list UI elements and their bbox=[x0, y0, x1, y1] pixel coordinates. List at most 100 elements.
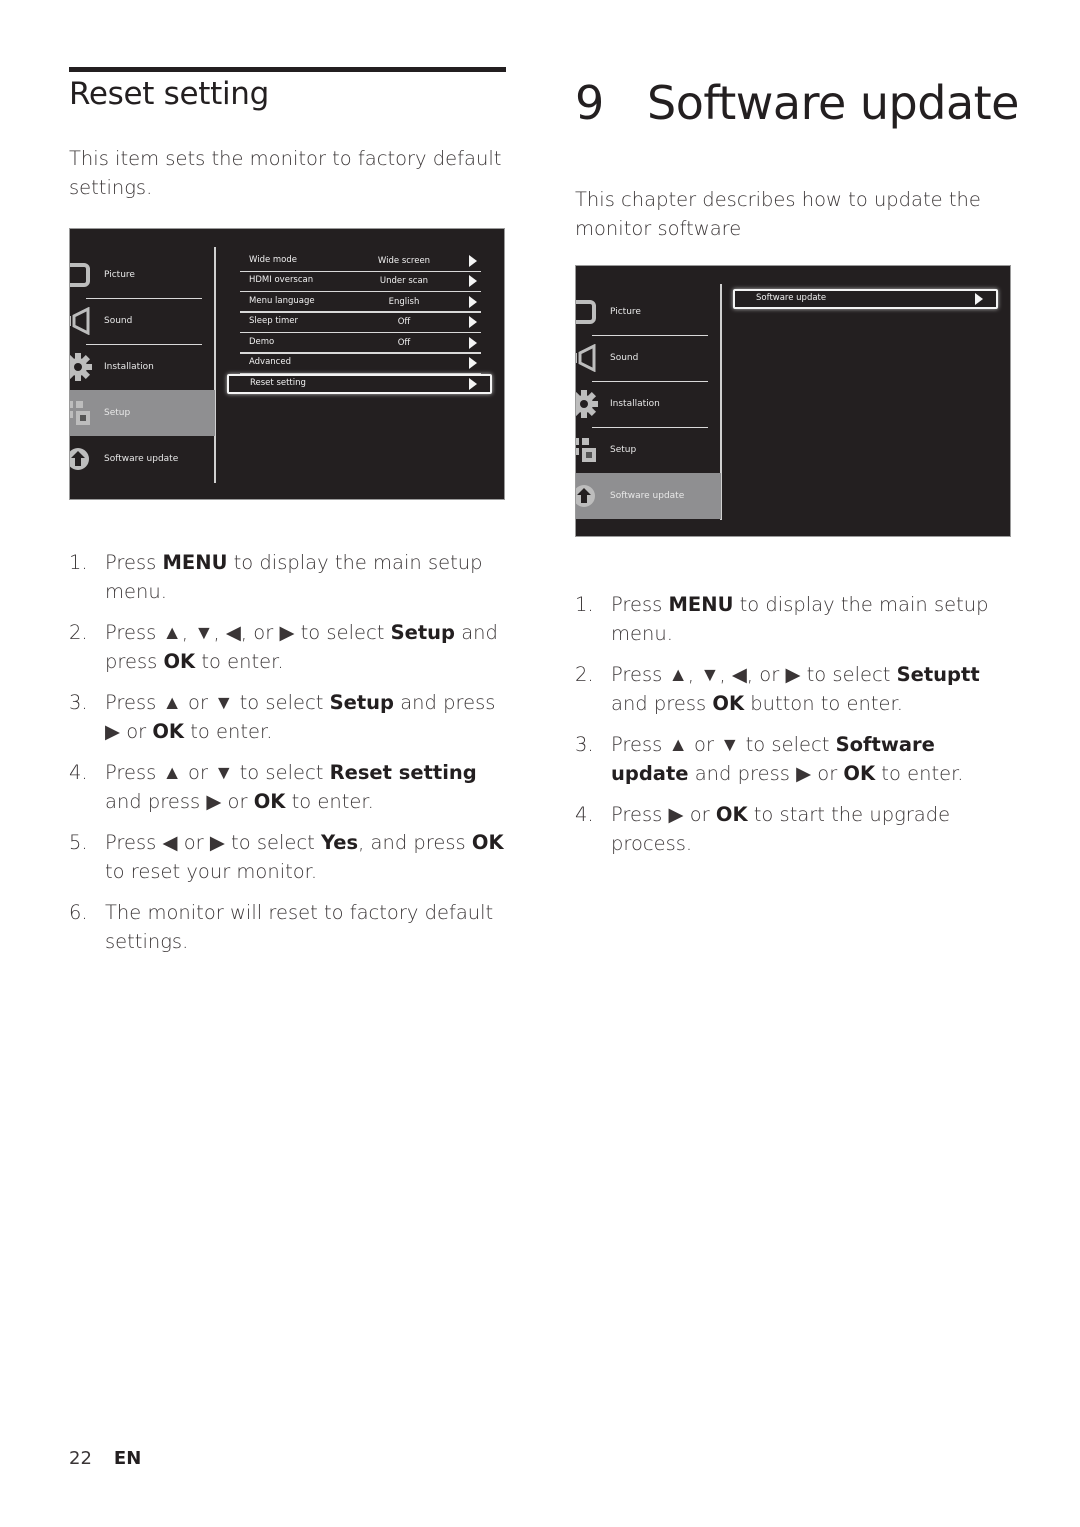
osd-category-label: Installation bbox=[610, 399, 660, 409]
osd-menu-item-demo[interactable]: Demo Off bbox=[240, 334, 481, 354]
step-number: 3. bbox=[575, 733, 594, 756]
osd-category-picture[interactable]: Picture bbox=[576, 289, 721, 336]
osd-item-value: Under scan bbox=[379, 276, 429, 287]
step-text: Press MENU to display the main setup men… bbox=[611, 593, 989, 645]
step-item: 4. Press ▶ or OK to start the upgrade pro… bbox=[575, 801, 1012, 858]
page-number: 22 bbox=[69, 1448, 92, 1469]
step-text: Press ▲ or ▼ to select Setup and press ▶… bbox=[105, 691, 496, 743]
step-text: Press ▲, ▼, ◀, or ▶ to select Setuptt an… bbox=[611, 663, 980, 715]
upload-icon bbox=[70, 445, 94, 473]
section-rule bbox=[69, 67, 506, 72]
osd-category-picture[interactable]: Picture bbox=[70, 252, 215, 299]
osd-category-label: Picture bbox=[104, 270, 135, 280]
step-text: Press ▲, ▼, ◀, or ▶ to select Setup and … bbox=[105, 621, 498, 673]
section-title: Reset setting bbox=[69, 76, 270, 112]
osd-menu-item-reset-setting[interactable]: Reset setting bbox=[227, 374, 492, 395]
step-item: 6. The monitor will reset to factory defa… bbox=[69, 899, 506, 956]
step-number: 2. bbox=[69, 621, 88, 644]
step-text: The monitor will reset to factory defaul… bbox=[105, 901, 494, 953]
osd-item-value: Wide screen bbox=[377, 256, 431, 266]
chevron-right-icon bbox=[469, 275, 477, 288]
osd-item-value: Off bbox=[397, 337, 411, 348]
sound-icon bbox=[70, 306, 94, 336]
chevron-right-icon bbox=[469, 295, 477, 308]
page-footer: 22 EN bbox=[69, 1448, 141, 1469]
step-number: 5. bbox=[69, 831, 88, 854]
step-item: 4. Press ▲ or ▼ to select Reset setting a… bbox=[69, 759, 506, 816]
step-number: 1. bbox=[69, 551, 88, 574]
osd-category-sound[interactable]: Sound bbox=[70, 298, 215, 345]
sound-icon bbox=[576, 343, 600, 373]
osd-item-value: Off bbox=[397, 317, 411, 328]
chevron-right-icon bbox=[469, 316, 477, 329]
step-item: 2. Press ▲, ▼, ◀, or ▶ to select Setup an… bbox=[69, 619, 506, 676]
osd-category-software-update[interactable]: Software update bbox=[70, 436, 215, 482]
osd-item-label: Menu language bbox=[249, 295, 315, 306]
step-item: 2. Press ▲, ▼, ◀, or ▶ to select Setuptt … bbox=[575, 661, 1012, 718]
osd-item-label: Software update bbox=[756, 293, 827, 303]
osd-menu-item-sleep-timer[interactable]: Sleep timer Off bbox=[240, 313, 481, 334]
chevron-right-icon bbox=[469, 378, 477, 391]
chapter-intro: This chapter describes how to update the… bbox=[575, 188, 981, 240]
chapter-number: 9 bbox=[575, 76, 604, 130]
osd-item-value: English bbox=[388, 296, 420, 307]
chevron-right-icon bbox=[975, 293, 983, 305]
osd-item-label: HDMI overscan bbox=[249, 275, 314, 286]
osd-category-setup[interactable]: Setup bbox=[576, 427, 721, 473]
chevron-right-icon bbox=[469, 357, 477, 369]
step-text: Press ▲ or ▼ to select Software update a… bbox=[611, 733, 964, 785]
osd-menu-item-software-update[interactable]: Software update bbox=[733, 289, 998, 309]
language-code: EN bbox=[113, 1448, 142, 1469]
osd-category-label: Sound bbox=[610, 353, 639, 363]
step-text: Press ▶ or OK to start the upgrade proce… bbox=[611, 803, 951, 855]
step-item: 1. Press MENU to display the main setup m… bbox=[575, 591, 1012, 648]
osd-item-label: Demo bbox=[249, 336, 275, 347]
osd-item-label: Reset setting bbox=[250, 378, 306, 389]
gear-icon bbox=[576, 390, 600, 418]
osd-category-installation[interactable]: Installation bbox=[70, 344, 215, 390]
osd-menu-item-menu-language[interactable]: Menu language English bbox=[240, 293, 481, 313]
osd-setup-menu: Picture Sound Installation Setup Software up… bbox=[69, 228, 505, 500]
step-text: Press ◀ or ▶ to select Yes, and press OK… bbox=[105, 831, 504, 883]
osd-item-label: Sleep timer bbox=[249, 316, 299, 327]
upload-icon bbox=[576, 482, 600, 510]
chevron-right-icon bbox=[469, 336, 477, 349]
osd-category-label: Setup bbox=[104, 408, 131, 418]
step-item: 1. Press MENU to display the main setup m… bbox=[69, 549, 506, 606]
osd-category-setup[interactable]: Setup bbox=[70, 390, 215, 436]
osd-category-software-update[interactable]: Software update bbox=[576, 473, 721, 519]
osd-category-sound[interactable]: Sound bbox=[576, 335, 721, 382]
step-item: 3. Press ▲ or ▼ to select Setup and press… bbox=[69, 689, 506, 746]
step-item: 3. Press ▲ or ▼ to select Software update… bbox=[575, 731, 1012, 788]
picture-icon bbox=[70, 261, 94, 289]
step-text: Press MENU to display the main setup men… bbox=[105, 551, 483, 603]
gear-icon bbox=[70, 353, 94, 381]
osd-category-label: Software update bbox=[610, 491, 685, 501]
osd-category-label: Sound bbox=[104, 316, 133, 326]
osd-menu-item-advanced[interactable]: Advanced bbox=[240, 354, 481, 374]
step-number: 4. bbox=[69, 761, 88, 784]
reset-steps-list: 1. Press MENU to display the main setup m… bbox=[69, 549, 506, 969]
setup-icon bbox=[576, 436, 600, 464]
step-text: Press ▲ or ▼ to select Reset setting and… bbox=[105, 761, 477, 813]
step-number: 4. bbox=[575, 803, 594, 826]
osd-category-label: Picture bbox=[610, 307, 641, 317]
step-item: 5. Press ◀ or ▶ to select Yes, and press … bbox=[69, 829, 506, 886]
osd-menu-item-hdmi-overscan[interactable]: HDMI overscan Under scan bbox=[240, 272, 481, 293]
step-number: 6. bbox=[69, 901, 88, 924]
picture-icon bbox=[576, 298, 600, 326]
step-number: 1. bbox=[575, 593, 594, 616]
osd-category-label: Software update bbox=[104, 454, 179, 464]
chevron-right-icon bbox=[469, 255, 477, 267]
osd-software-update-menu: Picture Sound Installation Setup Software up… bbox=[575, 265, 1011, 537]
section-intro: This item sets the monitor to factory de… bbox=[69, 147, 502, 199]
chapter-title-text: Software update bbox=[647, 76, 1019, 130]
osd-item-label: Wide mode bbox=[249, 255, 298, 265]
osd-category-installation[interactable]: Installation bbox=[576, 381, 721, 428]
chapter-title: 9 Software update bbox=[575, 76, 1019, 130]
setup-icon bbox=[70, 399, 94, 427]
osd-category-label: Setup bbox=[610, 445, 637, 455]
osd-category-label: Installation bbox=[104, 362, 154, 372]
step-number: 2. bbox=[575, 663, 594, 686]
osd-menu-item-wide-mode[interactable]: Wide mode Wide screen bbox=[240, 252, 481, 272]
